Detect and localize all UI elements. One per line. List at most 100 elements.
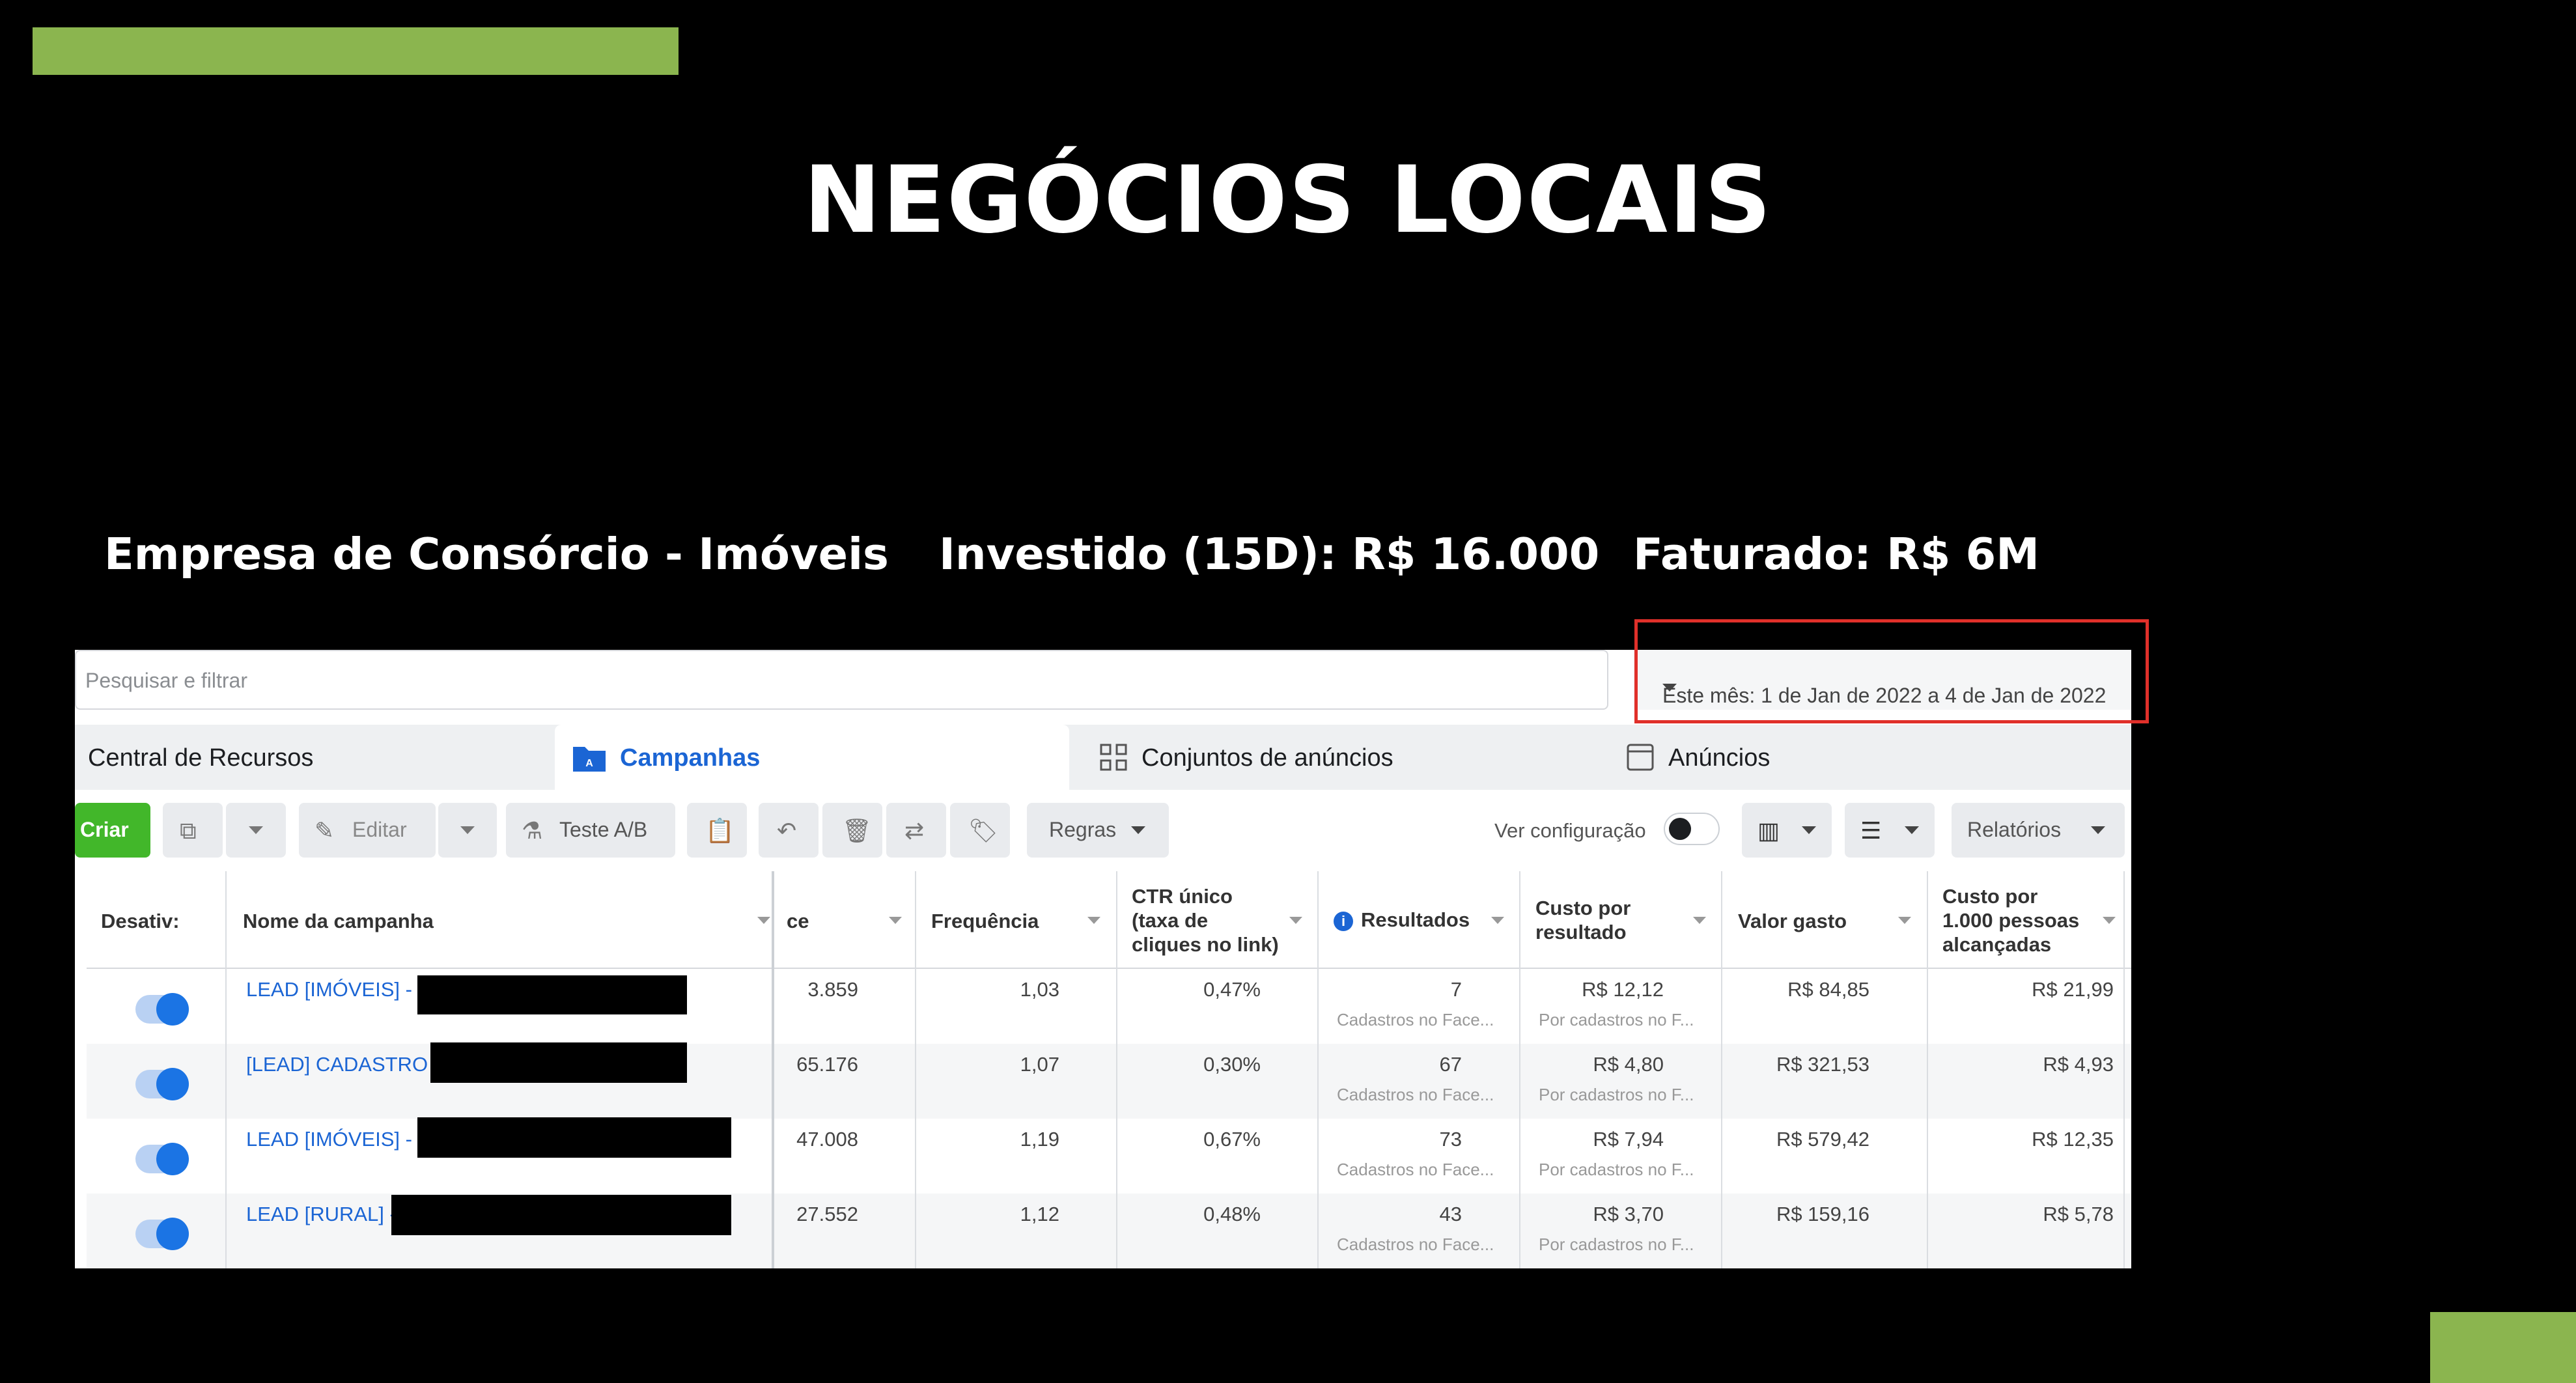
column-divider: [1519, 871, 1520, 1268]
revenue-label: Faturado: R$ 6M: [1633, 529, 2039, 580]
col-cost-per-1000[interactable]: Custo por 1.000 pessoas alcançadas: [1942, 884, 2079, 957]
duplicate-menu-button[interactable]: [226, 803, 286, 858]
campaign-toggle[interactable]: [135, 1143, 189, 1175]
edit-button[interactable]: ✎ Editar: [299, 803, 436, 858]
tab-resource-center[interactable]: Central de Recursos: [75, 725, 542, 790]
tag-button[interactable]: 🏷: [950, 803, 1010, 858]
export-button[interactable]: ⇄: [886, 803, 946, 858]
delete-button[interactable]: 🗑: [822, 803, 882, 858]
campaign-toggle[interactable]: [135, 1218, 189, 1250]
date-range-highlight: [1634, 619, 2149, 723]
reach-value: 47.008: [796, 1128, 858, 1151]
table-row[interactable]: LEAD [RURAL] - ( 27.552 1,12 0,48% 43 Ca…: [87, 1194, 2131, 1268]
invested-label: Investido (15D): R$ 16.000: [939, 529, 1600, 580]
amount-spent-value: R$ 579,42: [1776, 1128, 1869, 1151]
trash-icon: 🗑: [842, 817, 872, 844]
tab-campaigns[interactable]: A Campanhas: [555, 725, 1069, 790]
cost-per-result-value: R$ 3,70: [1593, 1203, 1664, 1225]
chevron-down-icon: [460, 826, 475, 834]
view-config-label: Ver configuração: [1494, 819, 1646, 842]
redaction-box: [430, 1042, 687, 1083]
ads-manager-screenshot: Pesquisar e filtrar Este mês: 1 de Jan d…: [75, 650, 2131, 1268]
search-input[interactable]: Pesquisar e filtrar: [75, 650, 1608, 710]
cost-per-result-value: R$ 4,80: [1593, 1053, 1664, 1076]
reach-value: 65.176: [796, 1053, 858, 1076]
table-row[interactable]: LEAD [IMÓVEIS] - ( 3.859 1,03 0,47% 7 Ca…: [87, 969, 2131, 1044]
tab-label: Conjuntos de anúncios: [1141, 744, 1393, 772]
tab-ad-sets[interactable]: Conjuntos de anúncios: [1080, 725, 1594, 790]
grid-icon: [1100, 744, 1127, 771]
edit-menu-button[interactable]: [438, 803, 497, 858]
accent-bar-bottom: [2430, 1312, 2576, 1383]
columns-button[interactable]: ▥: [1742, 803, 1832, 858]
col-amount-spent[interactable]: Valor gasto: [1738, 909, 1847, 933]
reach-value: 3.859: [807, 978, 858, 1001]
col-ctr[interactable]: CTR único (taxa de cliques no link): [1132, 884, 1279, 957]
pencil-icon: ✎: [315, 817, 335, 844]
reports-button[interactable]: Relatórios: [1952, 803, 2125, 858]
results-value: 67: [1439, 1053, 1462, 1076]
column-divider: [2123, 871, 2125, 1268]
duplicate-button[interactable]: ⧉: [163, 803, 223, 858]
campaign-toolbar: Criar ⧉ ✎ Editar ⚗ Teste A/B 📋 ↶ 🗑 ⇄ 🏷 Reg…: [75, 790, 2131, 871]
results-value: 43: [1439, 1203, 1462, 1225]
ctr-value: 0,67%: [1203, 1128, 1261, 1151]
undo-button[interactable]: ↶: [759, 803, 819, 858]
info-icon: i: [1334, 911, 1353, 931]
amount-spent-value: R$ 321,53: [1776, 1053, 1869, 1076]
tab-ads[interactable]: Anúncios: [1606, 725, 2131, 790]
breakdown-icon: ☰: [1860, 817, 1882, 844]
accent-bar-top: [33, 27, 679, 75]
chevron-down-icon: [249, 826, 263, 834]
view-config-toggle[interactable]: [1664, 813, 1720, 845]
campaign-toggle[interactable]: [135, 993, 189, 1026]
col-campaign-name[interactable]: Nome da campanha: [243, 909, 434, 933]
ctr-value: 0,30%: [1203, 1053, 1261, 1076]
cost-per-result-value: R$ 7,94: [1593, 1128, 1664, 1151]
chevron-down-icon: [1491, 917, 1504, 924]
table-row[interactable]: LEAD [IMÓVEIS] - V 47.008 1,19 0,67% 73 …: [87, 1117, 2131, 1194]
campaigns-table: Desativ: Nome da campanha ce Frequência …: [87, 871, 2131, 1268]
col-results[interactable]: i Resultados: [1334, 908, 1470, 932]
column-divider: [772, 871, 774, 1268]
cost-per-1000-value: R$ 21,99: [2032, 978, 2114, 1001]
campaign-name-link[interactable]: LEAD [RURAL] - (: [246, 1203, 409, 1226]
col-reach[interactable]: ce: [787, 909, 809, 933]
ab-test-button[interactable]: ⚗ Teste A/B: [506, 803, 675, 858]
chevron-down-icon: [1131, 826, 1145, 834]
frequency-value: 1,03: [1020, 978, 1059, 1001]
tab-strip: Central de Recursos A Campanhas Conjunto…: [75, 725, 2131, 790]
tag-icon: 🏷: [968, 817, 998, 844]
create-button[interactable]: Criar: [75, 803, 150, 858]
campaign-name-link[interactable]: LEAD [IMÓVEIS] - (: [246, 978, 425, 1001]
cost-per-result-subtext: Por cadastros no F...: [1539, 1010, 1694, 1029]
cost-per-result-subtext: Por cadastros no F...: [1539, 1085, 1694, 1104]
tab-label: Central de Recursos: [88, 744, 314, 772]
clipboard-icon: 📋: [705, 817, 735, 844]
campaign-toggle[interactable]: [135, 1068, 189, 1100]
chevron-down-icon: [757, 917, 770, 924]
col-deactivate[interactable]: Desativ:: [101, 909, 215, 933]
redaction-box: [417, 1117, 731, 1158]
company-label: Empresa de Consórcio - Imóveis: [104, 529, 889, 580]
cost-per-result-subtext: Por cadastros no F...: [1539, 1235, 1694, 1254]
table-row[interactable]: [LEAD] CADASTRO - 65.176 1,07 0,30% 67 C…: [87, 1042, 2131, 1119]
amount-spent-value: R$ 84,85: [1787, 978, 1869, 1001]
campaign-name-link[interactable]: [LEAD] CADASTRO -: [246, 1053, 440, 1076]
column-divider: [915, 871, 916, 1268]
frequency-value: 1,07: [1020, 1053, 1059, 1076]
rules-button[interactable]: Regras: [1027, 803, 1169, 858]
results-subtext: Cadastros no Face...: [1337, 1235, 1494, 1254]
campaign-name-link[interactable]: LEAD [IMÓVEIS] - V: [246, 1128, 431, 1151]
duplicate-icon: ⧉: [180, 817, 197, 844]
tab-label: Campanhas: [620, 744, 761, 772]
column-divider: [1116, 871, 1117, 1268]
ctr-value: 0,47%: [1203, 978, 1261, 1001]
frequency-value: 1,12: [1020, 1203, 1059, 1225]
export-icon: ⇄: [904, 817, 925, 844]
clipboard-button[interactable]: 📋: [687, 803, 747, 858]
col-frequency[interactable]: Frequência: [931, 909, 1039, 933]
col-cost-per-result[interactable]: Custo por resultado: [1535, 896, 1631, 944]
ctr-value: 0,48%: [1203, 1203, 1261, 1225]
breakdown-button[interactable]: ☰: [1845, 803, 1935, 858]
